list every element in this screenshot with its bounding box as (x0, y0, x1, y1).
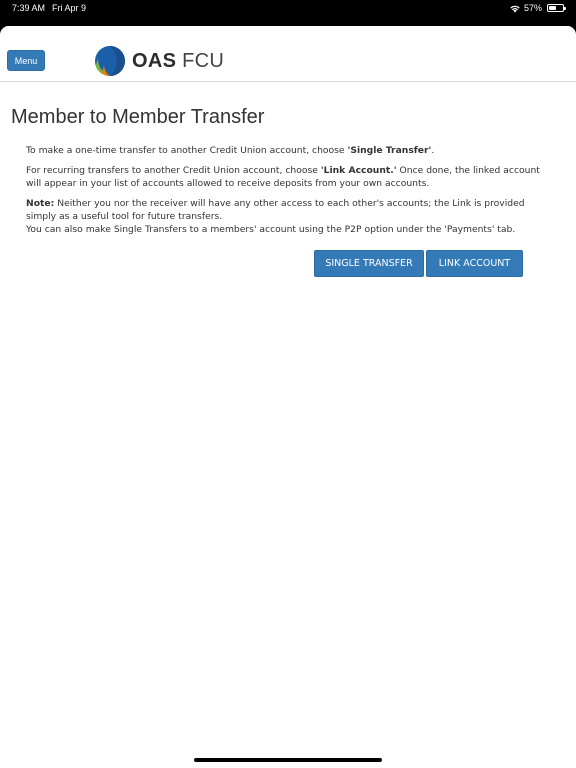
note-text: Note: Neither you nor the receiver will … (26, 198, 525, 222)
status-date: Fri Apr 9 (52, 3, 87, 13)
bottom-area (0, 742, 576, 768)
battery-icon (547, 4, 566, 12)
logo-text: OAS FCU (132, 49, 225, 72)
menu-button[interactable]: Menu (7, 50, 45, 71)
logo-mark-icon (95, 46, 125, 77)
wifi-icon (510, 5, 520, 12)
p2p-instruction: You can also make Single Transfers to a … (26, 224, 516, 235)
single-transfer-button[interactable]: SINGLE TRANSFER (314, 250, 424, 277)
header: Menu OAS FCU (0, 26, 576, 82)
status-indicators: 57% (509, 3, 566, 13)
status-time: 7:39 AM (12, 3, 46, 13)
page-title: Member to Member Transfer (11, 106, 265, 128)
home-indicator[interactable] (194, 758, 382, 762)
link-account-button[interactable]: LINK ACCOUNT (426, 250, 523, 277)
link-account-instruction: For recurring transfers to another Credi… (26, 165, 540, 189)
single-transfer-instruction: To make a one-time transfer to another C… (26, 145, 435, 156)
battery-fill (549, 6, 556, 10)
status-bar: 7:39 AM Fri Apr 9 57% (0, 0, 576, 26)
oas-fcu-logo[interactable]: OAS FCU (94, 45, 224, 77)
battery-percent: 57% (523, 3, 542, 13)
app-screen: Menu OAS FCU Member to Member Transfer T… (0, 26, 576, 742)
instructions: To make a one-time transfer to another C… (26, 144, 554, 243)
